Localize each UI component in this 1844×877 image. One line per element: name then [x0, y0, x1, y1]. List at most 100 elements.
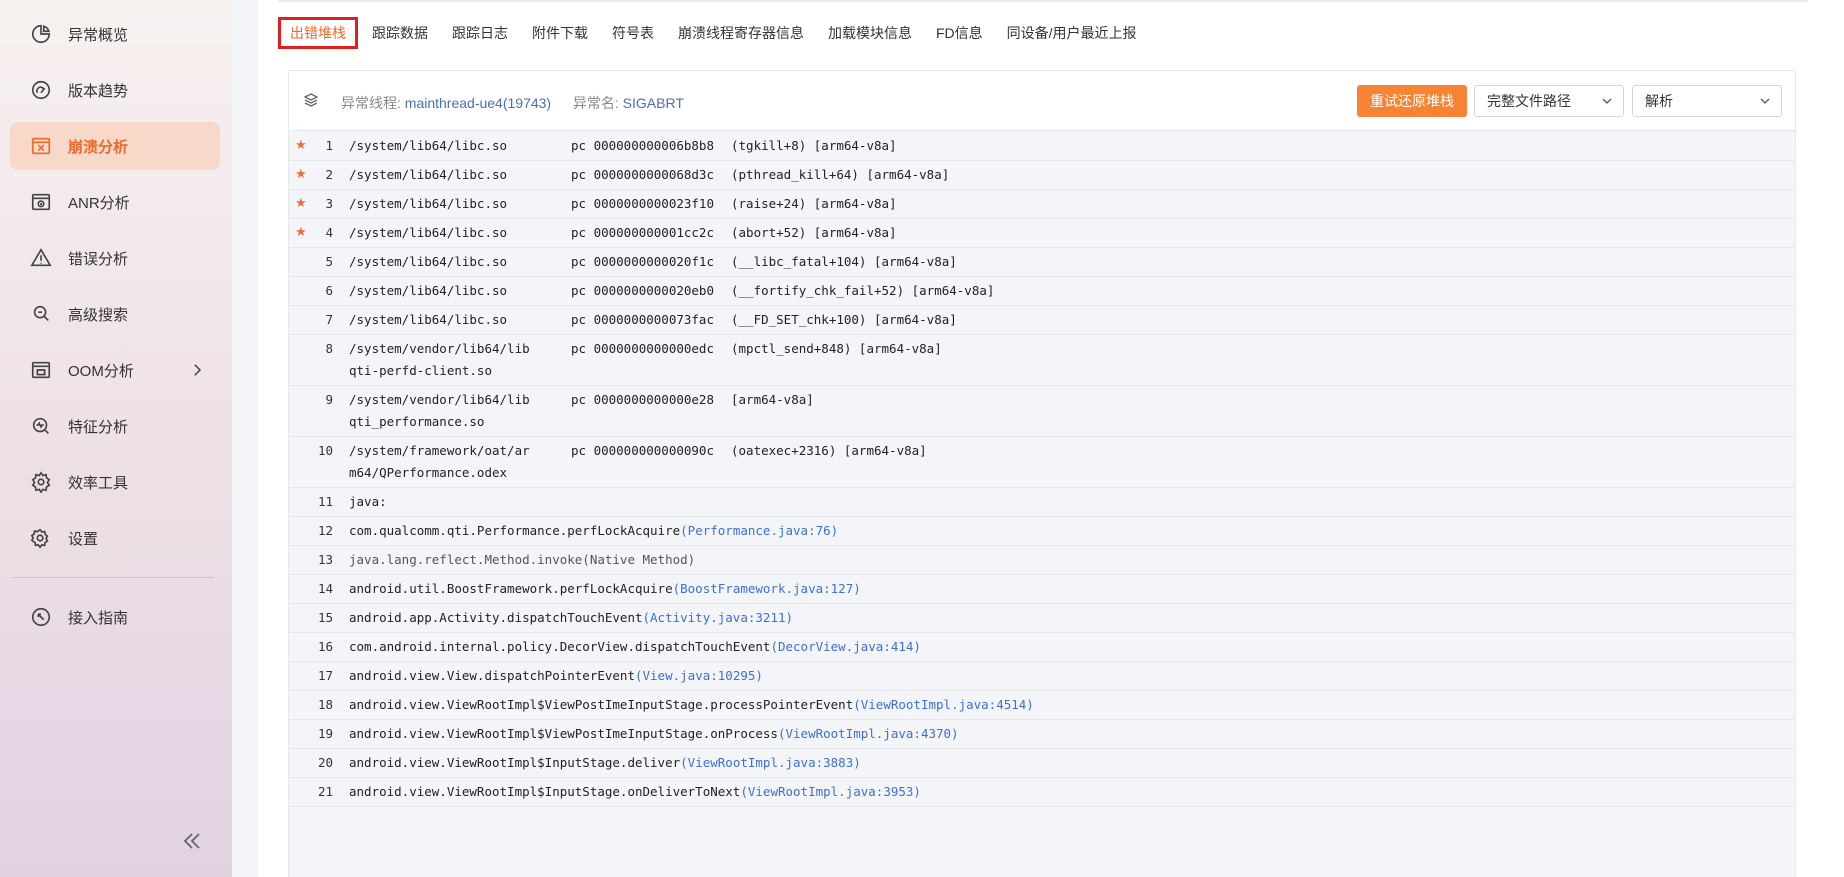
star-icon: ★ — [295, 196, 307, 211]
search-doc-icon — [30, 303, 52, 325]
frame-number: 19 — [317, 726, 333, 741]
frame-function: (raise+24) [arm64-v8a] — [731, 196, 897, 211]
frame-source-link[interactable]: (BoostFramework.java:127) — [673, 581, 861, 596]
frame-method: android.view.ViewRootImpl$InputStage.del… — [349, 755, 681, 770]
frame-library: /system/lib64/libc.so — [349, 225, 508, 240]
stack-frame-row: 9/system/vendor/lib64/libqti_performance… — [289, 386, 1795, 437]
frame-function: (__FD_SET_chk+100) [arm64-v8a] — [731, 312, 957, 327]
layers-icon — [303, 93, 319, 107]
settings-icon — [30, 527, 52, 549]
tab-error-stack[interactable]: 出错堆栈 — [278, 17, 358, 49]
path-mode-select[interactable]: 完整文件路径 — [1474, 85, 1624, 117]
chevron-right-icon[interactable] — [188, 361, 206, 379]
parse-mode-select[interactable]: 解析 — [1632, 85, 1782, 117]
tab-same-device-reports[interactable]: 同设备/用户最近上报 — [1007, 18, 1137, 48]
frame-source-link[interactable]: (DecorView.java:414) — [770, 639, 921, 654]
frame-source-link[interactable]: (ViewRootImpl.java:3953) — [740, 784, 921, 799]
sidebar-item-settings[interactable]: 设置 — [10, 514, 220, 562]
frame-source-link[interactable]: (Performance.java:76) — [680, 523, 838, 538]
sidebar-item-tools[interactable]: 效率工具 — [10, 458, 220, 506]
gauge-icon — [30, 79, 52, 101]
frame-method: android.view.View.dispatchPointerEvent — [349, 668, 635, 683]
exception-name-label: 异常名: — [572, 95, 619, 111]
sidebar-item-crash-analysis[interactable]: 崩溃分析 — [10, 122, 220, 170]
frame-function: (tgkill+8) [arm64-v8a] — [731, 138, 897, 153]
tab-trace-data[interactable]: 跟踪数据 — [372, 18, 428, 48]
crash-window-icon — [30, 135, 52, 157]
sidebar-item-advanced-search[interactable]: 高级搜索 — [10, 290, 220, 338]
chevron-down-icon — [1760, 98, 1770, 104]
sidebar-item-label: ANR分析 — [68, 194, 130, 212]
sidebar-item-label: 崩溃分析 — [68, 138, 129, 156]
frame-number: 8 — [325, 341, 333, 356]
frame-source-link[interactable]: (View.java:10295) — [635, 668, 763, 683]
compass-icon — [30, 606, 52, 628]
frame-number: 21 — [317, 784, 333, 799]
pie-chart-icon — [30, 23, 52, 45]
stack-frame-row: 17 android.view.View.dispatchPointerEvent… — [289, 662, 1795, 691]
frame-number: 16 — [317, 639, 333, 654]
tab-attachments[interactable]: 附件下载 — [532, 18, 588, 48]
stack-frame-row: 18 android.view.ViewRootImpl$ViewPostImeI… — [289, 691, 1795, 720]
retry-restore-stack-button[interactable]: 重试还原堆栈 — [1357, 85, 1467, 117]
frame-function: [arm64-v8a] — [731, 392, 814, 407]
frame-source-link[interactable]: (ViewRootImpl.java:4514) — [853, 697, 1034, 712]
frame-pc: pc 0000000000000e28 — [571, 392, 714, 407]
tab-trace-log[interactable]: 跟踪日志 — [452, 18, 508, 48]
warning-icon — [30, 247, 52, 269]
frame-number: 12 — [317, 523, 333, 538]
sidebar-item-overview[interactable]: 异常概览 — [10, 10, 220, 58]
frame-method: android.util.BoostFramework.perfLockAcqu… — [349, 581, 673, 596]
stack-frame-row: 16 com.android.internal.policy.DecorView.… — [289, 633, 1795, 662]
frame-pc: pc 0000000000073fac — [571, 312, 714, 327]
sidebar-item-version-trend[interactable]: 版本趋势 — [10, 66, 220, 114]
frame-pc: pc 000000000001cc2c — [571, 225, 714, 240]
sidebar-item-error[interactable]: 错误分析 — [10, 234, 220, 282]
stack-frame-row: 10/system/framework/oat/arm64/QPerforman… — [289, 437, 1795, 488]
tab-fd-info[interactable]: FD信息 — [936, 18, 983, 48]
stack-frame-row: ★ 3/system/lib64/libc.so pc 0000000000023f… — [289, 190, 1795, 219]
frame-source-link[interactable]: (ViewRootImpl.java:3883) — [680, 755, 861, 770]
parse-mode-value: 解析 — [1645, 93, 1673, 109]
frame-function: (oatexec+2316) [arm64-v8a] — [731, 443, 927, 458]
frame-pc: pc 000000000006b8b8 — [571, 138, 714, 153]
sidebar-item-guide[interactable]: 接入指南 — [10, 593, 220, 641]
frame-library: /system/framework/oat/arm64/QPerformance… — [349, 443, 530, 480]
stack-frame-row: 14 android.util.BoostFramework.perfLockAc… — [289, 575, 1795, 604]
star-icon: ★ — [295, 167, 307, 182]
frame-library: /system/lib64/libc.so — [349, 283, 508, 298]
frame-pc: pc 000000000000090c — [571, 443, 714, 458]
tab-registers[interactable]: 崩溃线程寄存器信息 — [678, 18, 804, 48]
frame-method: java.lang.reflect.Method.invoke(Native M… — [349, 552, 696, 567]
sidebar-divider — [12, 577, 214, 578]
frame-method: android.view.ViewRootImpl$InputStage.onD… — [349, 784, 741, 799]
sidebar-item-label: 错误分析 — [68, 250, 129, 268]
frame-number: 10 — [317, 443, 333, 458]
top-divider — [278, 0, 1808, 2]
frame-library: /system/lib64/libc.so — [349, 254, 508, 269]
frame-source-link[interactable]: (ViewRootImpl.java:4370) — [778, 726, 959, 741]
stack-panel: 异常线程: mainthread-ue4(19743) 异常名: SIGABRT… — [288, 70, 1796, 877]
frame-source-link[interactable]: (Activity.java:3211) — [643, 610, 794, 625]
tab-symbols[interactable]: 符号表 — [612, 18, 654, 48]
frame-pc: pc 0000000000068d3c — [571, 167, 714, 182]
sidebar-item-oom[interactable]: OOM分析 — [10, 346, 220, 394]
sidebar-item-label: 接入指南 — [68, 609, 129, 627]
sidebar-item-label: 异常概览 — [68, 26, 129, 44]
sidebar-item-anr[interactable]: ANR分析 — [10, 178, 220, 226]
chevron-down-icon — [1602, 98, 1612, 104]
collapse-sidebar-icon[interactable] — [180, 830, 204, 852]
main-content: 出错堆栈 跟踪数据 跟踪日志 附件下载 符号表 崩溃线程寄存器信息 加载模块信息… — [258, 0, 1844, 877]
frame-function: (mpctl_send+848) [arm64-v8a] — [731, 341, 942, 356]
thread-label: 异常线程: — [341, 95, 401, 111]
frame-number: 9 — [325, 392, 333, 407]
sidebar-item-feature[interactable]: 特征分析 — [10, 402, 220, 450]
frame-number: 2 — [325, 167, 333, 182]
sidebar-item-label: 特征分析 — [68, 418, 129, 436]
frame-pc: pc 0000000000020f1c — [571, 254, 714, 269]
gear-icon — [30, 471, 52, 493]
star-icon: ★ — [295, 138, 307, 153]
memory-icon — [30, 359, 52, 381]
tab-loaded-modules[interactable]: 加载模块信息 — [828, 18, 912, 48]
frame-number: 1 — [325, 138, 333, 153]
